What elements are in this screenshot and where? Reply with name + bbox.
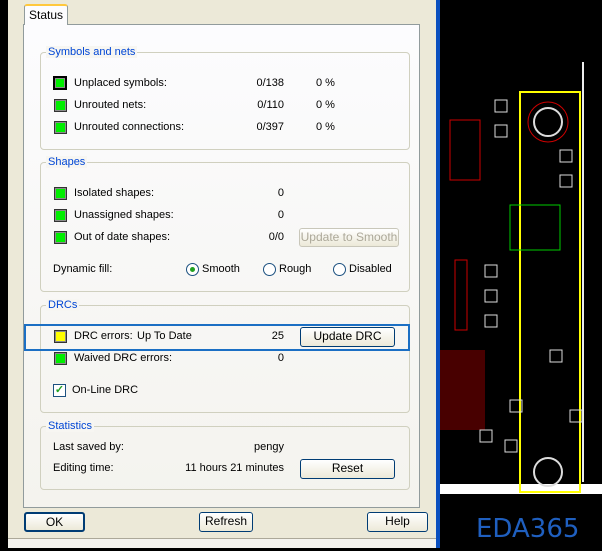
radio-smooth-label[interactable]: Smooth: [202, 263, 240, 275]
unrouted-connections-percent: 0 %: [316, 121, 335, 133]
out-of-date-shapes-count: 0/0: [268, 231, 284, 243]
unrouted-connections-label: Unrouted connections:: [74, 121, 185, 133]
ok-button[interactable]: OK: [24, 512, 85, 532]
symbols-group-title: Symbols and nets: [46, 46, 138, 58]
status-indicator: [54, 352, 67, 365]
status-indicator: [54, 209, 67, 222]
online-drc-label[interactable]: On-Line DRC: [72, 384, 138, 396]
unplaced-symbols-label: Unplaced symbols:: [74, 77, 167, 89]
pcb-canvas[interactable]: EDA365: [440, 0, 602, 548]
editing-time-value: 11 hours 21 minutes: [185, 462, 284, 474]
unrouted-nets-percent: 0 %: [316, 99, 335, 111]
update-to-smooth-button[interactable]: Update to Smooth: [299, 228, 399, 247]
radio-disabled[interactable]: [333, 263, 346, 276]
unrouted-connections-count: 0/397: [256, 121, 284, 133]
dynamic-fill-label: Dynamic fill:: [53, 263, 113, 275]
status-indicator: [54, 187, 67, 200]
status-indicator: [54, 231, 67, 244]
online-drc-checkbox[interactable]: ✓: [53, 384, 66, 397]
radio-smooth[interactable]: [186, 263, 199, 276]
out-of-date-shapes-label: Out of date shapes:: [74, 231, 171, 243]
update-drc-button[interactable]: Update DRC: [300, 327, 395, 347]
shapes-group-title: Shapes: [46, 156, 88, 168]
drc-errors-count: 25: [271, 330, 284, 342]
unplaced-symbols-count: 0/138: [256, 77, 284, 89]
refresh-button[interactable]: Refresh: [199, 512, 253, 532]
radio-rough-label[interactable]: Rough: [279, 263, 311, 275]
drc-errors-label: DRC errors:: [74, 330, 133, 342]
isolated-shapes-count: 0: [277, 187, 284, 199]
unrouted-nets-label: Unrouted nets:: [74, 99, 147, 111]
radio-rough[interactable]: [263, 263, 276, 276]
drcs-group-title: DRCs: [46, 299, 80, 311]
isolated-shapes-label: Isolated shapes:: [74, 187, 155, 199]
unrouted-nets-count: 0/110: [257, 99, 284, 111]
watermark: EDA365: [476, 514, 579, 544]
radio-disabled-label[interactable]: Disabled: [349, 263, 392, 275]
dialog-bottom-bar: [8, 538, 436, 548]
status-indicator: [54, 99, 67, 112]
statistics-group: [40, 426, 410, 490]
waived-drc-count: 0: [277, 352, 284, 364]
unassigned-shapes-label: Unassigned shapes:: [74, 209, 174, 221]
status-indicator: [54, 121, 67, 134]
tab-status[interactable]: Status: [24, 4, 68, 25]
pcb-layout: EDA365: [440, 62, 602, 544]
waived-drc-label: Waived DRC errors:: [74, 352, 172, 364]
last-saved-value: pengy: [254, 441, 284, 453]
unassigned-shapes-count: 0: [277, 209, 284, 221]
help-button[interactable]: Help: [367, 512, 428, 532]
reset-button[interactable]: Reset: [300, 459, 395, 479]
drc-errors-state: Up To Date: [137, 330, 192, 342]
status-indicator: [53, 76, 67, 90]
editing-time-label: Editing time:: [53, 462, 114, 474]
warning-indicator: [54, 330, 67, 343]
unplaced-symbols-percent: 0 %: [316, 77, 335, 89]
dialog-border: [436, 0, 440, 548]
statistics-group-title: Statistics: [46, 420, 95, 432]
last-saved-label: Last saved by:: [53, 441, 124, 453]
